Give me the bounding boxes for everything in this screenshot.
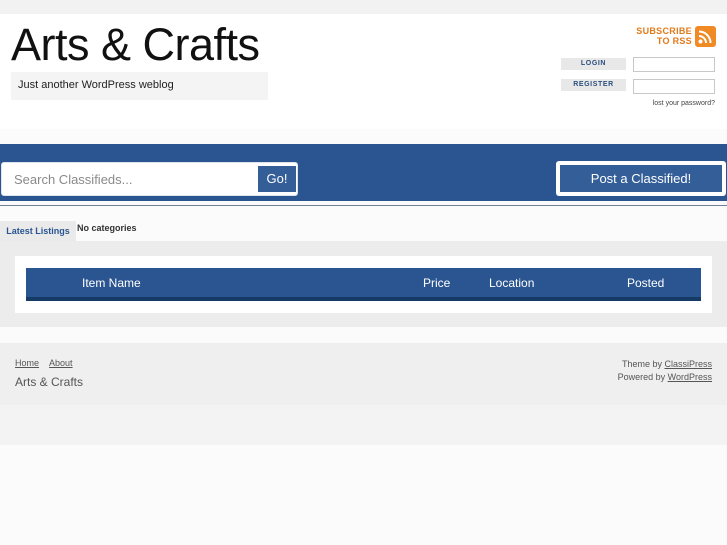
- register-input[interactable]: [633, 79, 715, 94]
- top-strip: [0, 0, 727, 14]
- rss-line-1: SUBSCRIBE: [636, 26, 692, 36]
- powered-credit: Powered by WordPress: [618, 371, 712, 384]
- wordpress-link[interactable]: WordPress: [668, 372, 712, 382]
- column-price[interactable]: Price: [423, 276, 450, 290]
- tab-no-categories: No categories: [77, 223, 137, 233]
- footer-link-about[interactable]: About: [49, 358, 73, 368]
- header: Arts & Crafts Just another WordPress web…: [0, 14, 727, 129]
- column-posted[interactable]: Posted: [627, 276, 664, 290]
- nav-bar: Go! Post a Classified!: [0, 144, 727, 201]
- rss-icon[interactable]: [695, 26, 716, 47]
- search-go-button[interactable]: Go!: [258, 166, 296, 192]
- footer: Home About Arts & Crafts Theme by Classi…: [0, 343, 727, 405]
- listings-area: Item Name Price Location Posted: [0, 241, 727, 327]
- post-classified-wrap: Post a Classified!: [556, 161, 726, 196]
- post-classified-button[interactable]: Post a Classified!: [560, 165, 722, 192]
- classipress-link[interactable]: ClassiPress: [664, 359, 712, 369]
- tab-latest-listings[interactable]: Latest Listings: [0, 221, 76, 241]
- column-location[interactable]: Location: [489, 276, 534, 290]
- tagline: Just another WordPress weblog: [18, 79, 174, 91]
- powered-prefix: Powered by: [617, 372, 666, 382]
- lost-password-link[interactable]: lost your password?: [653, 100, 715, 107]
- sub-footer: [0, 405, 727, 445]
- nav-divider: [0, 205, 727, 206]
- search-input[interactable]: [6, 166, 257, 192]
- footer-site-title: Arts & Crafts: [15, 375, 84, 389]
- footer-credits: Theme by ClassiPress Powered by WordPres…: [618, 358, 712, 384]
- listings-panel: Item Name Price Location Posted: [15, 256, 712, 313]
- login-label[interactable]: LOGIN: [561, 58, 626, 70]
- rss-subscribe[interactable]: SUBSCRIBE TO RSS: [636, 26, 718, 48]
- tagline-box: Just another WordPress weblog: [11, 72, 268, 100]
- theme-credit: Theme by ClassiPress: [618, 358, 712, 371]
- footer-link-home[interactable]: Home: [15, 358, 39, 368]
- register-label[interactable]: REGISTER: [561, 79, 626, 91]
- login-input[interactable]: [633, 57, 715, 72]
- listings-table-header: Item Name Price Location Posted: [26, 268, 701, 301]
- search-box: Go!: [1, 162, 298, 196]
- footer-nav: Home About: [15, 358, 81, 368]
- site-title[interactable]: Arts & Crafts: [11, 18, 260, 72]
- theme-prefix: Theme by: [621, 359, 662, 369]
- column-item-name[interactable]: Item Name: [82, 276, 141, 290]
- rss-line-2: TO RSS: [656, 36, 692, 46]
- rss-label: SUBSCRIBE TO RSS: [636, 26, 692, 46]
